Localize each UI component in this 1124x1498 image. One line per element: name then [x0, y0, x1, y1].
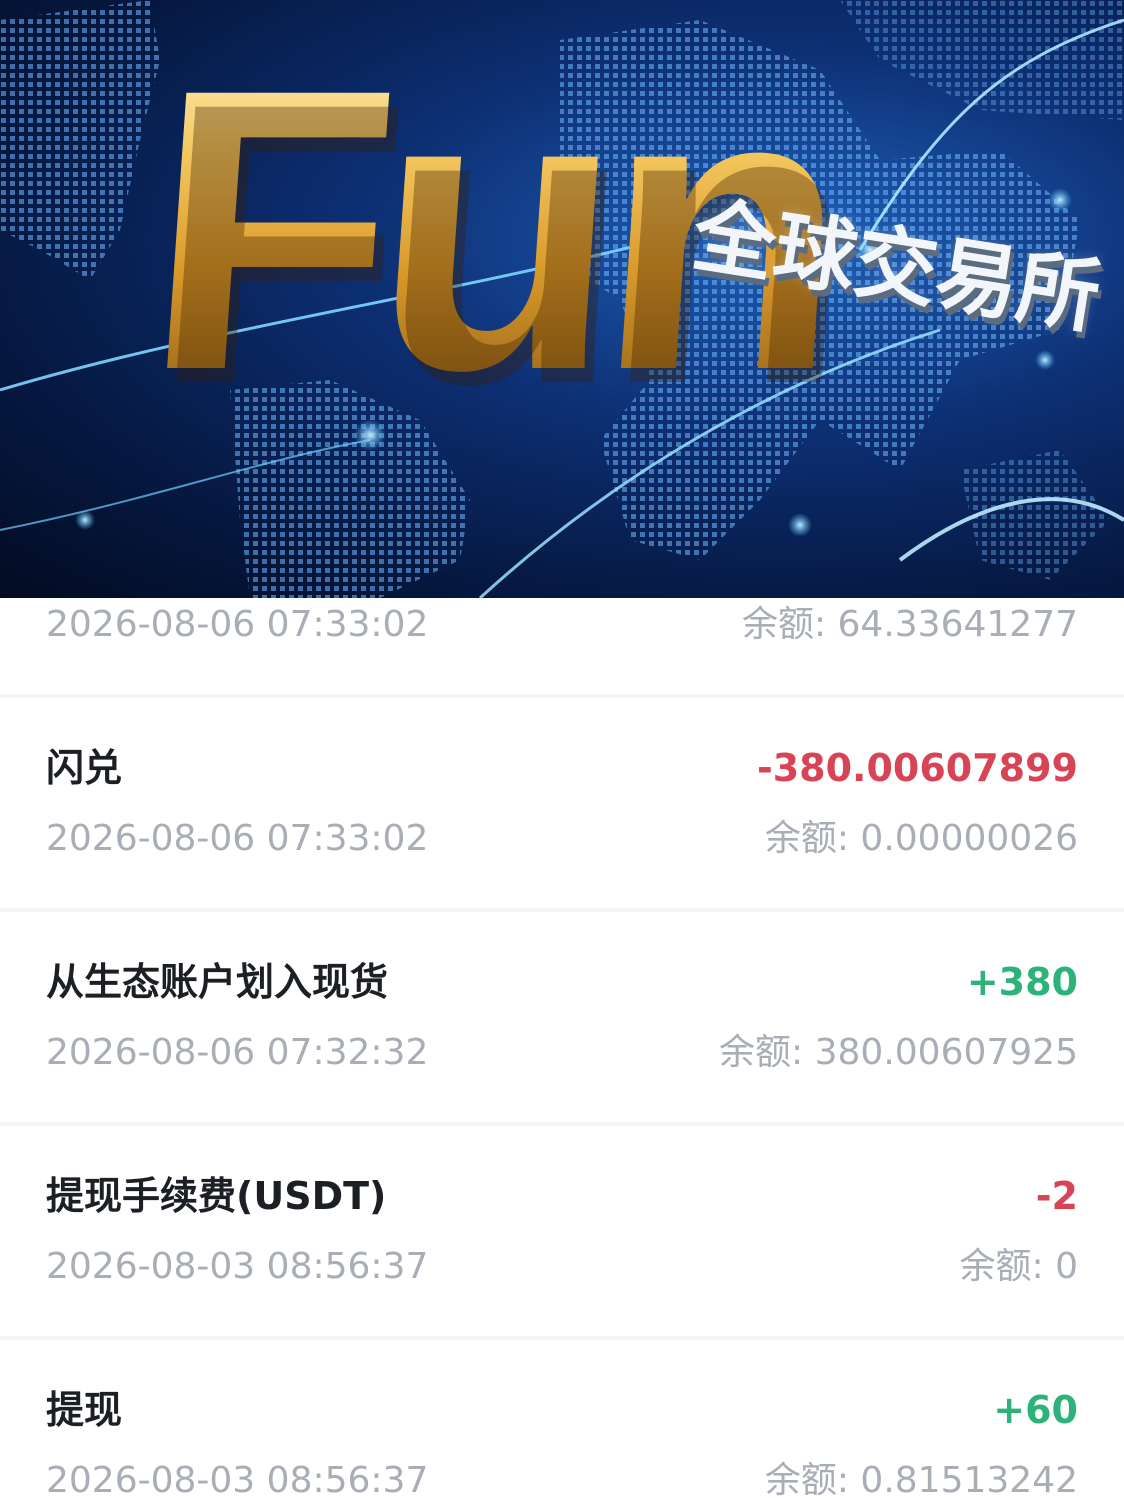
record-amount: +60 [993, 1388, 1078, 1432]
list-item[interactable]: 提现手续费(USDT) -2 2026-08-03 08:56:37 余额: 0 [0, 1126, 1124, 1340]
record-balance: 余额: 0 [959, 1246, 1078, 1287]
transaction-list: 2026-08-06 07:33:02 余额: 64.33641277 闪兑 -… [0, 598, 1124, 1498]
record-title: 闪兑 [46, 746, 123, 790]
record-balance: 余额: 0.81513242 [764, 1460, 1078, 1498]
record-balance: 余额: 0.00000026 [764, 818, 1078, 859]
record-time: 2026-08-03 08:56:37 [46, 1460, 429, 1498]
list-item[interactable]: 闪兑 -380.00607899 2026-08-06 07:33:02 余额:… [0, 698, 1124, 912]
list-item[interactable]: 2026-08-06 07:33:02 余额: 64.33641277 [0, 598, 1124, 698]
record-time: 2026-08-06 07:33:02 [46, 818, 429, 859]
record-title: 提现手续费(USDT) [46, 1174, 387, 1218]
record-balance: 余额: 64.33641277 [741, 604, 1078, 645]
record-amount: +380 [966, 960, 1078, 1004]
list-item[interactable]: 从生态账户划入现货 +380 2026-08-06 07:32:32 余额: 3… [0, 912, 1124, 1126]
record-amount: -380.00607899 [756, 746, 1078, 790]
list-item[interactable]: 提现 +60 2026-08-03 08:56:37 余额: 0.8151324… [0, 1340, 1124, 1498]
record-time: 2026-08-06 07:32:32 [46, 1032, 429, 1073]
record-balance: 余额: 380.00607925 [719, 1032, 1078, 1073]
record-amount: -2 [1035, 1174, 1078, 1218]
record-title: 从生态账户划入现货 [46, 960, 389, 1004]
record-title: 提现 [46, 1388, 123, 1432]
record-time: 2026-08-06 07:33:02 [46, 604, 429, 645]
page: Fun 全球交易所 2026-08-06 07:33:02 余额: 64.336… [0, 0, 1124, 1498]
promo-banner[interactable]: Fun 全球交易所 [0, 0, 1124, 598]
record-time: 2026-08-03 08:56:37 [46, 1246, 429, 1287]
